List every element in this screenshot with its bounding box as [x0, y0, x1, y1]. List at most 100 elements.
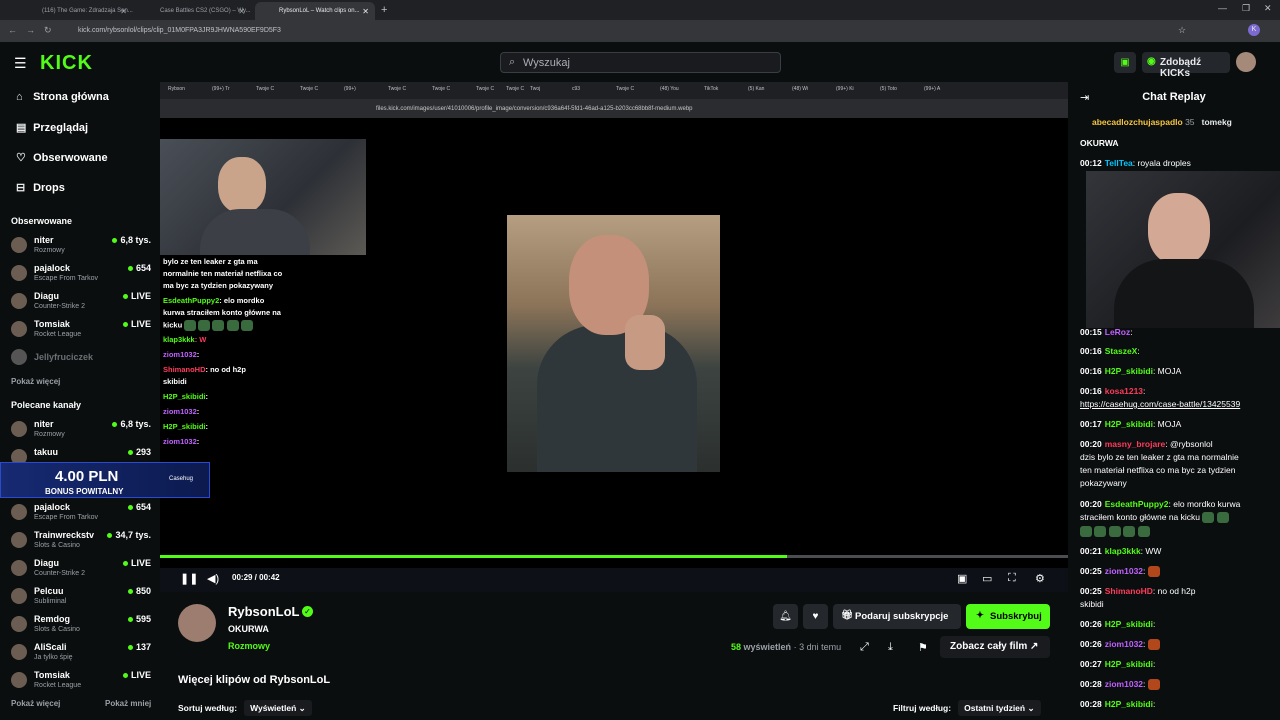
settings-icon[interactable]: ⚙ [1035, 572, 1045, 585]
chat-username[interactable]: masny_brojare [1105, 439, 1165, 449]
casehug-promo-banner[interactable]: 4.00 PLN BONUS POWITALNY Casehug [0, 462, 210, 498]
channel-avatar[interactable] [178, 604, 216, 642]
pause-icon[interactable]: ❚❚ [180, 572, 198, 585]
fullscreen-icon[interactable]: ⛶ [1008, 572, 1016, 585]
overlay-chat-line: kurwa straciłem konto główne na [163, 308, 281, 317]
chat-title: Chat Replay [1142, 91, 1206, 103]
back-icon[interactable]: ← [8, 25, 17, 35]
picture-in-picture-icon[interactable]: ▣ [957, 572, 967, 585]
volume-icon[interactable]: ◀) [207, 572, 219, 585]
notification-bell-icon[interactable]: 🔔︎ [773, 604, 798, 629]
chat-text: : elo mordko [219, 296, 265, 305]
maximize-icon[interactable]: ❐ [1242, 3, 1250, 14]
chat-username[interactable]: H2P_skibidi [1105, 419, 1153, 429]
chat-text: : elo mordko kurwa [1168, 499, 1241, 509]
more-clips-heading: Więcej klipów od RybsonLoL [178, 674, 331, 686]
chat-username[interactable]: klap3kkk [1105, 546, 1141, 556]
browser-tab[interactable]: Case Battles CS2 (CSGO) – Wy... ✕ [136, 2, 251, 20]
chat-username[interactable]: ziom1032 [1105, 679, 1143, 689]
browser-tab-active[interactable]: RybsonLoL – Watch clips on... ✕ [255, 2, 375, 20]
followed-channel[interactable]: niter Rozmowy 6,8 tys. [11, 234, 151, 258]
new-tab-icon[interactable]: + [381, 4, 387, 16]
show-more-link[interactable]: Pokaż więcej [11, 377, 60, 386]
show-more-link[interactable]: Pokaż więcej [11, 699, 60, 708]
theater-mode-icon[interactable]: ▭ [982, 572, 992, 585]
close-tab-icon[interactable]: ✕ [362, 7, 369, 16]
recommended-channel[interactable]: Pelcuu Subliminal 850 [11, 585, 151, 609]
chat-message: 00:16 H2P_skibidi: MOJA [1080, 366, 1181, 376]
url-field[interactable]: kick.com/rybsonlol/clips/clip_01M0FPA3JR… [78, 27, 281, 34]
nav-browse[interactable]: ▤ Przeglądaj [16, 121, 88, 134]
menu-icon[interactable]: ☰ [14, 55, 27, 72]
chat-username[interactable]: ShimanoHD [1105, 586, 1153, 596]
chat-username[interactable]: StaszeX [1105, 346, 1138, 356]
gift-subs-button[interactable]: 🎁︎ Podaruj subskrypcje [833, 604, 961, 629]
captured-tab: Twoje C [506, 86, 525, 92]
chat-username[interactable]: TellTea [1105, 158, 1133, 168]
chat-username[interactable]: H2P_skibidi [1105, 659, 1153, 669]
nav-following[interactable]: ♡ Obserwowane [16, 151, 108, 164]
watch-full-video-button[interactable]: Zobacz cały film ↗ [940, 636, 1050, 658]
chat-text: : [1152, 699, 1156, 709]
recommended-channel[interactable]: pajalock Escape From Tarkov 654 [11, 501, 151, 525]
kick-logo[interactable]: KICK [40, 52, 93, 75]
search-input[interactable]: ⌕ Wyszukaj [500, 52, 781, 73]
report-icon[interactable]: ⚑ [918, 641, 928, 654]
recommended-channel[interactable]: AliScali Ja tylko śpię 137 [11, 641, 151, 665]
download-icon[interactable]: ⤓ [888, 641, 893, 654]
chat-message: 00:25 ziom1032: [1080, 566, 1160, 578]
recommended-channel[interactable]: niter Rozmowy 6,8 tys. [11, 418, 151, 442]
sort-control[interactable]: Sortuj według: Wyświetleń ⌄ [178, 700, 312, 716]
chat-username[interactable]: kosa1213 [1105, 386, 1143, 396]
share-icon[interactable]: ⤢ [860, 641, 869, 654]
browser-tab-strip: (116) The Game: Zdradzaja Sen... ✕ Case B… [0, 0, 1280, 20]
watch-full-label: Zobacz cały film [950, 641, 1028, 652]
show-less-link[interactable]: Pokaż mniej [105, 699, 151, 708]
chat-username[interactable]: H2P_skibidi [1105, 619, 1153, 629]
category-link[interactable]: Rozmowy [228, 641, 270, 651]
close-window-icon[interactable]: ✕ [1264, 3, 1272, 14]
followed-channel[interactable]: pajalock Escape From Tarkov 654 [11, 262, 151, 286]
overlay-chat-line: bylo ze ten leaker z gta ma [163, 257, 258, 266]
followed-channel[interactable]: Diagu Counter-Strike 2 LIVE [11, 290, 151, 314]
chat-username[interactable]: ziom1032 [1105, 566, 1143, 576]
filter-select[interactable]: Ostatni tydzień ⌄ [958, 700, 1041, 716]
browser-tab[interactable]: (116) The Game: Zdradzaja Sen... ✕ [18, 2, 133, 20]
recommended-channel[interactable]: Remdog Slots & Casino 595 [11, 613, 151, 637]
sort-select[interactable]: Wyświetleń ⌄ [244, 700, 312, 716]
chat-username[interactable]: H2P_skibidi [1105, 366, 1153, 376]
recommended-channel[interactable]: Diagu Counter-Strike 2 LIVE [11, 557, 151, 581]
user-avatar[interactable] [1236, 52, 1256, 72]
nav-drops[interactable]: ⊟ Drops [16, 181, 65, 194]
store-icon[interactable]: ▣ [1114, 52, 1136, 73]
chat-username[interactable]: H2P_skibidi [1105, 699, 1153, 709]
chat-username[interactable]: ziom1032 [1105, 639, 1143, 649]
close-tab-icon[interactable]: ✕ [238, 7, 245, 16]
recommended-channel[interactable]: Tomsiak Rocket League LIVE [11, 669, 151, 693]
forward-icon[interactable]: → [26, 25, 35, 35]
chat-link[interactable]: https://casehug.com/case-battle/13425539 [1080, 399, 1240, 409]
external-link-icon: ↗ [1030, 641, 1039, 652]
channel-category: Escape From Tarkov [34, 275, 99, 282]
chat-text: : @rybsonlol [1165, 439, 1213, 449]
chat-timestamp: 00:16 [1080, 366, 1102, 376]
avatar [11, 421, 27, 437]
follow-heart-icon[interactable]: ♥ [803, 604, 828, 629]
followed-channel-offline[interactable]: Jellyfruciczek [11, 346, 151, 370]
close-tab-icon[interactable]: ✕ [120, 7, 127, 16]
get-kicks-button[interactable]: ◉ Zdobądź KICKs [1142, 52, 1230, 79]
minimize-icon[interactable]: — [1218, 3, 1227, 13]
filter-control[interactable]: Filtruj według: Ostatni tydzień ⌄ [893, 700, 1041, 716]
subscribe-button[interactable]: ✦ Subskrybuj [966, 604, 1050, 629]
chat-username[interactable]: EsdeathPuppy2 [1105, 499, 1169, 509]
chat-username[interactable]: LeRoz [1105, 327, 1131, 337]
recommended-channel[interactable]: Trainwreckstv Slots & Casino 34,7 tys. [11, 529, 151, 553]
seek-bar[interactable] [160, 555, 1068, 558]
nav-home[interactable]: ⌂ Strona główna [16, 91, 109, 103]
profile-icon[interactable]: K [1248, 24, 1260, 36]
followed-channel[interactable]: Tomsiak Rocket League LIVE [11, 318, 151, 342]
channel-name[interactable]: RybsonLoL [228, 604, 300, 619]
video-player[interactable]: Rybson (99+) Tr Twoje C Twoje C (99+) Tw… [160, 82, 1068, 592]
bookmark-star-icon[interactable]: ☆ [1178, 25, 1186, 36]
reload-icon[interactable]: ↻ [44, 25, 52, 36]
